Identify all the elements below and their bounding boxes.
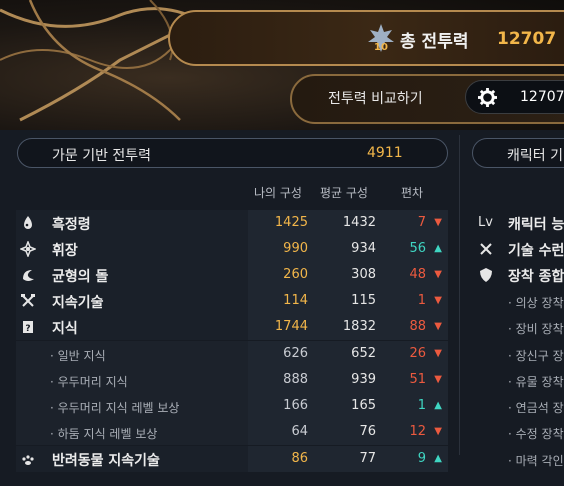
stat-subrow-hadum-knowledge-level-reward[interactable]: · 하둠 지식 레벨 보상 64 76 12 ▼ — [16, 419, 448, 445]
level-prefix-label: Lv — [478, 215, 493, 230]
emblem-icon — [20, 241, 36, 257]
crossed-tools-icon — [21, 294, 35, 307]
stat-row-balance-stone[interactable]: 균형의 돌 260 308 48 ▼ — [16, 262, 448, 288]
down-arrow-icon: ▼ — [434, 374, 442, 385]
char-subrow-5[interactable]: · 연금석 장 — [474, 393, 564, 419]
char-subrow-1[interactable]: · 의상 장착 — [474, 288, 564, 314]
char-subrow-4[interactable]: · 유물 장착 — [474, 367, 564, 393]
header-banner: 10 총 전투력 12707 전투력 비교하기 12707 — [0, 0, 564, 130]
emblem-badge-label: 10 — [374, 42, 388, 53]
stat-row-life-skill[interactable]: 지속기술 114 115 1 ▼ — [16, 288, 448, 314]
power-emblem-icon: 10 — [368, 24, 394, 53]
char-subrow-6[interactable]: · 수정 장착 — [474, 419, 564, 445]
char-subrow-2[interactable]: · 장비 장착 — [474, 314, 564, 340]
knowledge-book-icon: ? — [23, 321, 33, 334]
stat-subrow-boss-knowledge[interactable]: · 우두머리 지식 888 939 51 ▼ — [16, 367, 448, 393]
compare-label: 전투력 비교하기 — [328, 91, 423, 107]
total-power-value: 12707 — [497, 29, 557, 49]
up-arrow-icon: ▲ — [434, 400, 442, 411]
total-power-label: 총 전투력 — [400, 32, 469, 52]
down-arrow-icon: ▼ — [434, 348, 442, 359]
stat-row-black-spirit[interactable]: 흑정령 1425 1432 7 ▼ — [16, 210, 448, 236]
col-header-dev: 편차 — [401, 186, 424, 200]
stat-row-knowledge[interactable]: ? 지식 1744 1832 88 ▼ — [16, 314, 448, 340]
down-arrow-icon: ▼ — [434, 269, 442, 280]
stat-row-pet-life-skill[interactable]: 반려동물 지속기술 86 77 9 ▲ — [16, 446, 448, 472]
compare-value: 12707 — [520, 89, 564, 105]
family-power-value: 4911 — [367, 145, 403, 161]
family-power-label: 가문 기반 전투력 — [52, 148, 152, 164]
svg-text:?: ? — [25, 324, 30, 334]
stat-subrow-general-knowledge[interactable]: · 일반 지식 626 652 26 ▼ — [16, 341, 448, 367]
col-header-mine: 나의 구성 — [254, 186, 302, 200]
col-header-avg: 평균 구성 — [320, 186, 368, 200]
family-power-pill: 가문 기반 전투력 4911 — [17, 138, 448, 168]
char-subrow-3[interactable]: · 장신구 장 — [474, 341, 564, 367]
stat-subrow-boss-knowledge-level-reward[interactable]: · 우두머리 지식 레벨 보상 166 165 1 ▲ — [16, 393, 448, 419]
character-power-pill: 캐릭터 기 — [472, 138, 564, 168]
down-arrow-icon: ▼ — [434, 295, 442, 306]
down-arrow-icon: ▼ — [434, 217, 442, 228]
up-arrow-icon: ▲ — [434, 243, 442, 254]
down-arrow-icon: ▼ — [434, 321, 442, 332]
char-subrow-7[interactable]: · 마력 각인 — [474, 446, 564, 472]
shield-icon — [480, 268, 492, 282]
stat-row-emblem[interactable]: 휘장 990 934 56 ▲ — [16, 236, 448, 262]
balance-stone-icon — [23, 270, 34, 281]
paw-icon — [22, 455, 34, 465]
char-row-equipment[interactable]: 장착 종합 — [474, 262, 564, 288]
char-row-skill[interactable]: 기술 수런 — [474, 236, 564, 262]
column-divider — [459, 135, 460, 455]
up-arrow-icon: ▲ — [434, 453, 442, 464]
down-arrow-icon: ▼ — [434, 426, 442, 437]
char-row-level[interactable]: Lv 캐릭터 능 — [474, 210, 564, 236]
spirit-flame-icon — [24, 216, 32, 229]
gear-icon[interactable] — [478, 88, 497, 107]
crossed-tools-icon — [480, 243, 492, 255]
character-power-label: 캐릭터 기 — [507, 148, 563, 164]
